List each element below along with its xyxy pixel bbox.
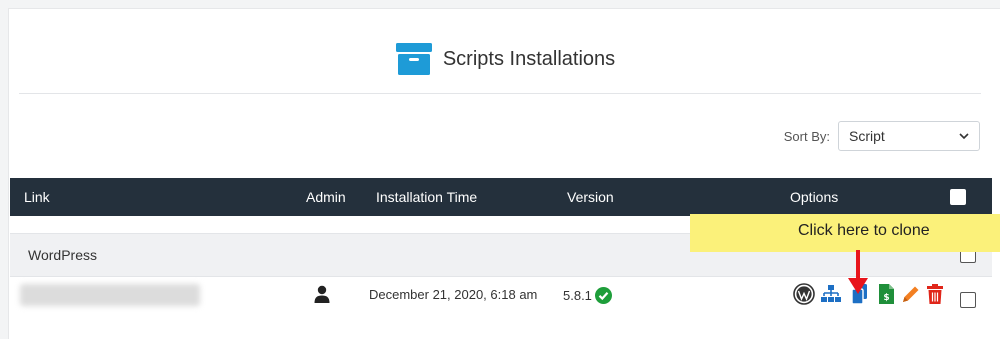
column-header-link: Link	[24, 189, 50, 205]
backup-icon[interactable]: $	[875, 283, 897, 305]
edit-pencil-icon[interactable]	[900, 283, 922, 305]
installation-time: December 21, 2020, 6:18 am	[369, 287, 538, 302]
table-row: December 21, 2020, 6:18 am 5.8.1 $	[10, 276, 992, 320]
sort-select[interactable]: Script	[838, 121, 980, 151]
column-header-time: Installation Time	[376, 189, 478, 205]
sitemap-icon[interactable]	[820, 283, 842, 305]
page-title: Scripts Installations	[442, 47, 616, 70]
clone-tooltip: Click here to clone	[690, 214, 1000, 252]
column-header-admin: Admin	[306, 189, 346, 205]
admin-user-icon[interactable]	[314, 285, 330, 303]
arrow-down-icon	[848, 250, 868, 294]
select-all-checkbox[interactable]	[950, 189, 966, 205]
check-circle-icon	[594, 287, 612, 304]
sort-selected-value: Script	[849, 128, 885, 144]
table-header: Link Admin Installation Time Version Opt…	[10, 178, 992, 216]
column-header-options: Options	[790, 189, 839, 205]
header-divider	[19, 93, 981, 94]
version-number: 5.8.1	[563, 288, 592, 303]
column-header-version: Version	[567, 189, 614, 205]
wordpress-icon[interactable]	[793, 283, 815, 305]
sort-control: Sort By: Script	[784, 121, 980, 151]
sort-label: Sort By:	[783, 128, 830, 144]
archive-box-icon	[395, 43, 432, 75]
trash-icon[interactable]	[924, 283, 946, 305]
page-header: Scripts Installations	[9, 39, 1000, 79]
version-cell: 5.8.1	[563, 287, 612, 304]
row-checkbox[interactable]	[960, 292, 976, 308]
chevron-down-icon	[959, 133, 969, 140]
installation-link-redacted[interactable]	[20, 284, 200, 306]
group-name: WordPress	[28, 247, 97, 263]
svg-text:$: $	[883, 293, 889, 303]
